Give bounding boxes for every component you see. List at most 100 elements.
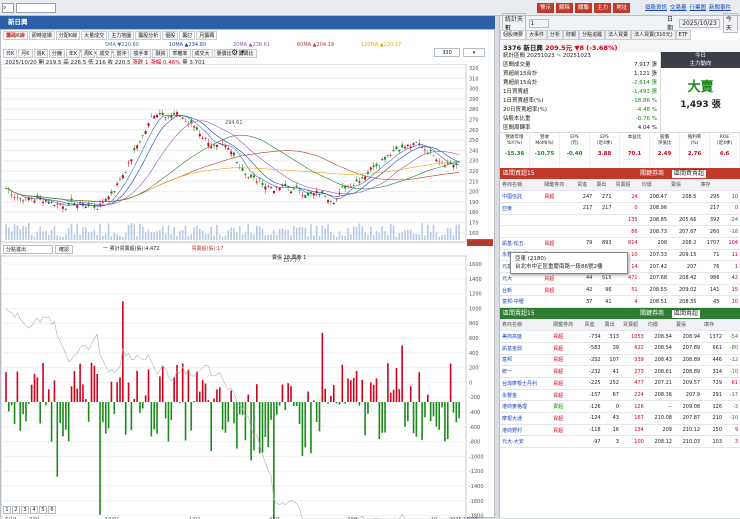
volume-bar [444,234,446,240]
candle [295,185,298,188]
table-row[interactable]: 港商野村 買超 -118 16 134 209 210.12 150 9 [500,424,740,437]
right-tab[interactable]: ETF [675,30,691,40]
today-button[interactable]: 今天 [722,13,738,33]
table-row[interactable]: 富邦 買超 -232 107 339 208.43 208.89 446 -12 [500,354,740,367]
sub-tab[interactable]: 成交 [96,49,113,58]
sell-select[interactable]: 區間賣超 [672,309,701,318]
table-row[interactable]: 元大-大安 -97 3 100 208.12 210.03 103 3 [500,435,740,449]
link-volume[interactable]: 交易量 [670,5,687,11]
major-button[interactable]: 主力 [594,3,612,13]
link-news[interactable]: 新聞事件 [709,5,731,11]
table-cell: 3 [602,435,621,449]
table-row[interactable]: 摩根大通 買超 -124 43 167 210.08 207.87 210 -10 [500,412,740,425]
sub-tab[interactable]: 分鐘 [48,49,65,58]
table-row[interactable]: 永豐金 買超 -157 67 224 208.36 207.9 291 -17 [500,389,740,402]
table-row[interactable]: 港商麥格理 賣超 -126 0 126 -- 209.08 126 -3 [500,400,740,414]
page-button[interactable]: 5 [39,506,47,514]
candle [347,185,349,187]
lower-bar [8,402,10,412]
link-stock-info[interactable]: 個股資訊 [645,5,667,11]
right-tab[interactable]: 財報 [563,30,580,40]
lower-bar [65,402,67,430]
gear-icon[interactable]: ⚙ [231,48,238,57]
table-row[interactable]: 中國信託 買超 247 271 24 208.47 208.5 295 10 [500,190,740,203]
address-button[interactable]: 地址 [613,3,631,13]
chart-tab[interactable]: 主力地圖 [108,31,135,40]
stock-search-input[interactable] [16,3,56,13]
page-button[interactable]: 6 [48,506,56,514]
relate-button[interactable]: 關聯 [575,3,593,13]
lower-bar [161,366,164,402]
right-tab[interactable]: 法人買賣(310元) [631,30,676,40]
table-row[interactable]: 統一 買超 -232 41 273 208.61 208.89 314 -10 [500,365,740,378]
sub-tab[interactable]: 週K [33,49,48,58]
chart-tab[interactable]: 籌碼K線 [3,31,28,40]
table-row[interactable]: 凱基金鼎 買超 -583 39 622 208.54 207.89 661 -80 [500,342,740,355]
table-row[interactable]: 135 208.85 205.66 392 -24 [500,214,740,227]
period-input[interactable]: 330 [434,48,460,57]
sub-tab[interactable]: 月K [18,49,33,58]
price-tick: 270 [469,118,479,124]
table-row[interactable]: 台灣摩根士丹利 買超 -225 252 477 207.21 209.57 729 61 [500,377,740,390]
period-confirm-button[interactable]: ▾ [463,48,485,57]
sub-tab[interactable]: 成交大 [191,49,213,58]
right-tab[interactable]: 法人買賣 [605,30,632,40]
chart-tab[interactable]: 籌訂 [179,31,196,40]
sub-tab[interactable]: 周K [81,49,96,58]
volume-bar [270,234,272,240]
table-row[interactable]: 富邦-中壢 37 41 4 208.51 208.35 45 10 [500,295,740,309]
buy-select[interactable]: 區間買賣超 [672,169,707,178]
right-tab[interactable]: 個股摘要 [500,30,527,40]
chart-tab[interactable]: 月籌碼 [196,31,218,40]
table-row[interactable]: 86 208.73 207.67 260 -18 [500,225,740,238]
date-input[interactable]: 2025/10/23 [679,18,720,28]
right-tab[interactable]: 分點追蹤 [579,30,606,40]
table-row[interactable]: 亞東 217 217 0 208.96 217 0 [500,202,740,215]
table-cell: 208 [639,237,670,250]
stat-block: 統計區間 20251023 ~ 20251023 區間成交量 7,917 張買超前1… [500,52,740,132]
chart-tab[interactable]: 大量成交 [81,31,108,40]
table-cell [542,225,576,238]
chart-tab[interactable]: 即時進場 [28,31,55,40]
sub-tab[interactable]: 當沖 [113,49,130,58]
page-button[interactable]: 3 [21,506,29,514]
table-cell: 208.55 [639,284,670,297]
table-row[interactable]: 元大 買超 44 515 471 207.68 208.42 986 42 [500,272,740,285]
table-cell: 買超 [542,272,576,285]
table-row[interactable]: 美商高盛 買超 -734 313 1053 208.54 208.94 1372 -54 [500,330,740,343]
dismiss-button[interactable]: 解除 [556,3,574,13]
page-button[interactable]: 4 [30,506,38,514]
page-button[interactable]: 1 [3,506,11,514]
table-cell: 260 [698,225,722,238]
col-header: 均價 [639,179,670,192]
volume-bar [53,226,56,240]
sub-tab[interactable]: 融資 [152,49,169,58]
sub-tab[interactable]: 籌碼比 [235,49,257,58]
chart-tab[interactable]: 分配K線 [55,31,81,40]
search-icon[interactable]: ⌕ [2,3,14,13]
lower-select[interactable]: 分點進出 [3,245,53,254]
volume-bar [96,235,98,240]
volume-bar [67,228,70,240]
sub-tab[interactable]: 年K [65,49,81,58]
sub-tab[interactable]: 換手率 [130,49,152,58]
chart-tab[interactable]: 個股 [162,31,179,40]
right-tab[interactable]: 分析 [547,30,564,40]
table-row[interactable]: 台新 買超 42 96 51 208.55 209.02 141 15 [500,284,740,297]
link-industry[interactable]: 行業圖 [690,5,707,11]
sub-tab[interactable]: 乖離率 [169,49,191,58]
table-cell: 893 [594,237,614,250]
volume-bar [139,223,141,240]
lower-confirm-button[interactable]: 確認 [55,245,73,254]
candle [176,112,178,115]
dropdown-icon[interactable]: ▾ [241,48,245,56]
right-tab[interactable]: 大事件 [526,30,548,40]
table-row[interactable]: 凱基-松五 買超 79 893 814 208 208.2 1707 104 [500,237,740,250]
sub-tab[interactable]: 日K [3,49,18,58]
chart-tab[interactable]: 籌股分析 [135,31,162,40]
stat-days-input[interactable]: 1 [529,18,549,28]
alert-button[interactable]: 警示 [537,3,555,13]
page-button[interactable]: 2 [12,506,20,514]
lower-bar [76,388,79,402]
volume-bar [361,226,364,240]
